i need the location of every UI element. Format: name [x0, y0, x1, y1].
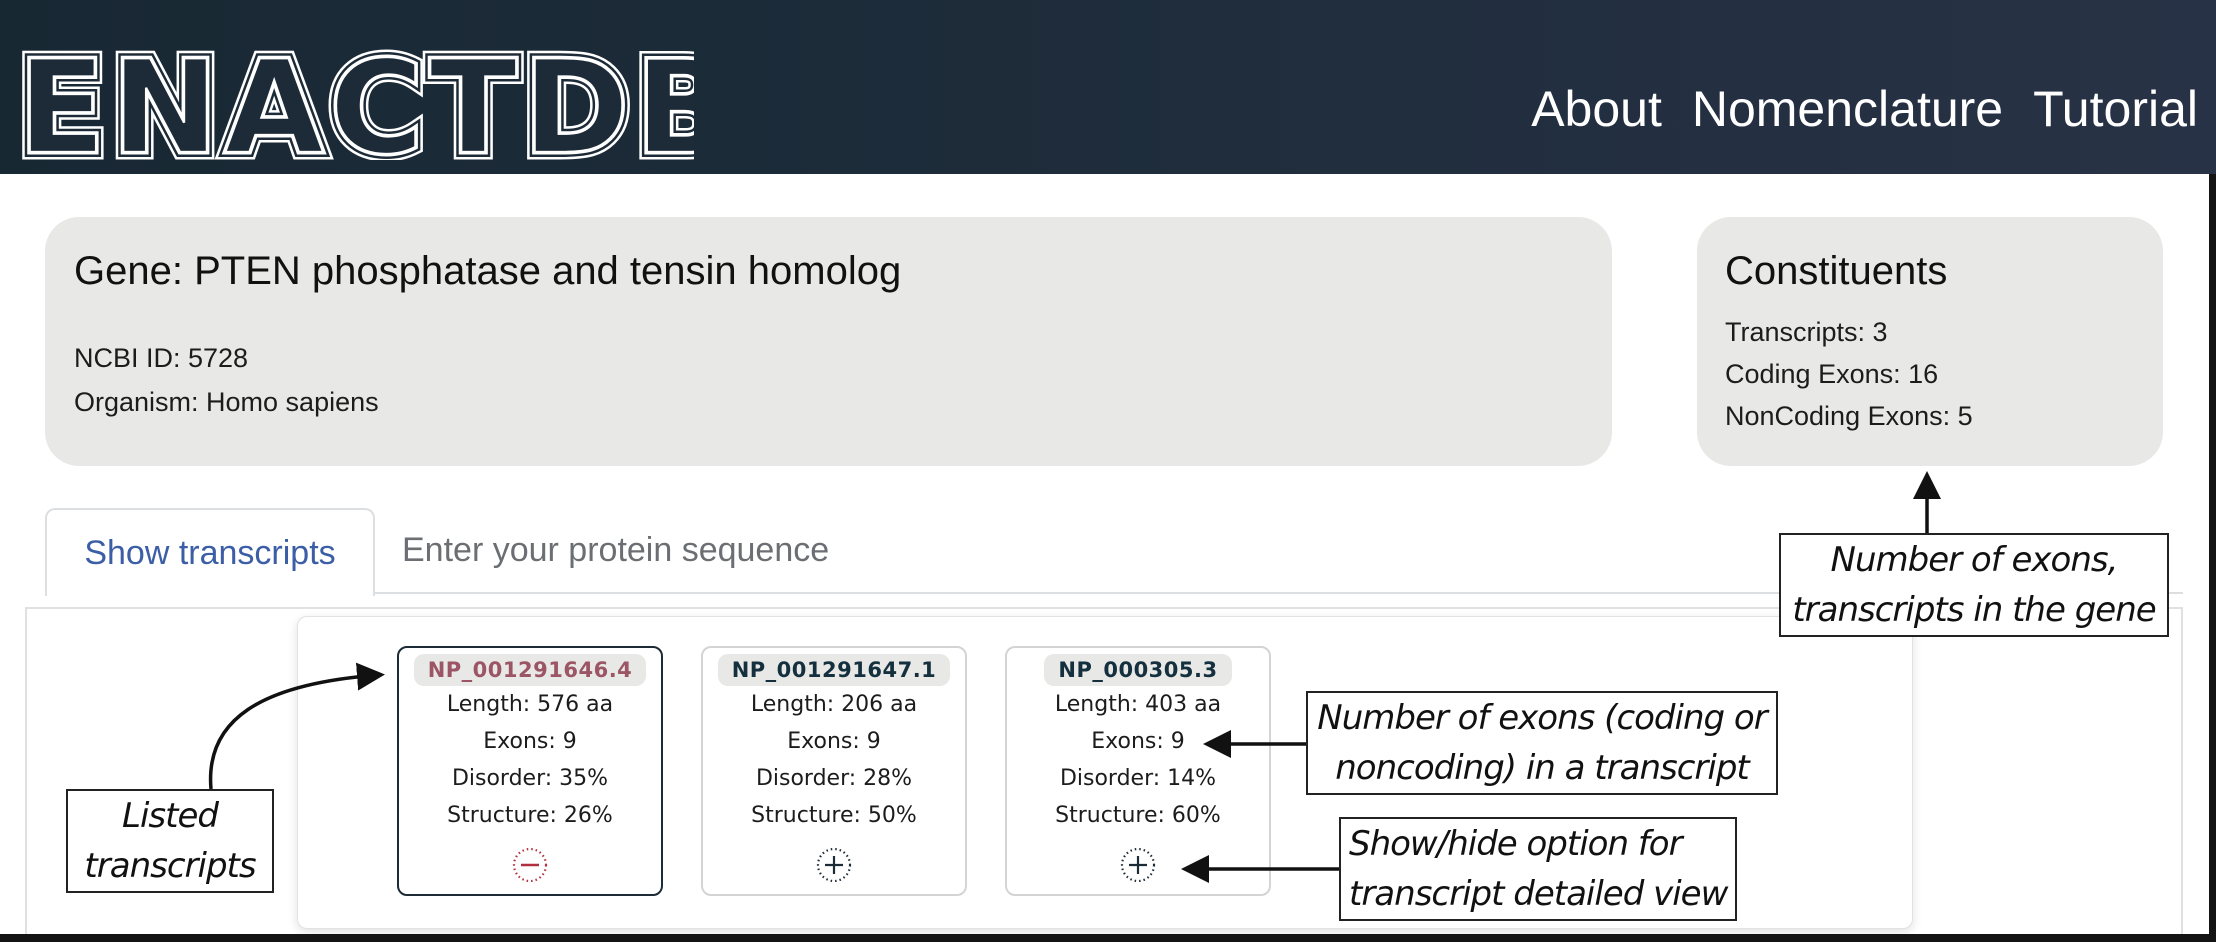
ncbi-id: NCBI ID: 5728: [74, 343, 249, 373]
plus-icon[interactable]: [815, 846, 853, 884]
transcript-card[interactable]: NP_001291647.1 Length: 206 aa Exons: 9 D…: [701, 646, 967, 896]
transcript-exons: Exons: 9: [1091, 729, 1185, 754]
plus-icon[interactable]: [1119, 846, 1157, 884]
constituents-title: Constituents: [1725, 249, 1948, 293]
transcript-exons: Exons: 9: [483, 729, 577, 754]
transcript-structure: Structure: 60%: [1055, 803, 1221, 828]
annotation-gene-counts: Number of exons, transcripts in the gene: [1779, 533, 2169, 637]
enactdb-logo[interactable]: ENACTDB ENACTDB ENACTDB ENACTDB ENACTDB: [14, 44, 694, 160]
annotation-line: transcripts in the gene: [1792, 590, 2156, 630]
annotation-transcript-exons: Number of exons (coding or noncoding) in…: [1306, 691, 1778, 795]
minus-icon[interactable]: [511, 846, 549, 884]
top-nav: About Nomenclature Tutorial: [1531, 84, 2198, 134]
tab-enter-protein-sequence[interactable]: Enter your protein sequence: [402, 508, 829, 592]
annotation-toggle-view: Show/hide option for transcript detailed…: [1339, 817, 1737, 921]
noncoding-exons-count: NonCoding Exons: 5: [1725, 401, 1973, 431]
frame-border-bottom: [0, 934, 2216, 942]
annotation-line: Show/hide option for: [1349, 824, 1683, 864]
transcript-id[interactable]: NP_000305.3: [1044, 654, 1232, 686]
frame-border-right: [2209, 174, 2216, 942]
transcript-length: Length: 206 aa: [750, 692, 918, 717]
transcript-structure: Structure: 26%: [447, 803, 613, 828]
nav-tutorial[interactable]: Tutorial: [2033, 84, 2198, 134]
transcript-id[interactable]: NP_001291646.4: [413, 654, 647, 686]
tab-show-transcripts[interactable]: Show transcripts: [45, 508, 375, 596]
annotation-listed-transcripts: Listed transcripts: [66, 789, 274, 893]
annotation-line: Listed: [122, 796, 219, 836]
annotation-line: transcripts: [84, 846, 256, 886]
transcripts-count: Transcripts: 3: [1725, 317, 1888, 347]
transcript-structure: Structure: 50%: [751, 803, 917, 828]
annotation-line: Number of exons,: [1830, 540, 2119, 580]
organism: Organism: Homo sapiens: [74, 387, 379, 417]
gene-info-card: Gene: PTEN phosphatase and tensin homolo…: [45, 217, 1612, 466]
svg-text:ENACTDB: ENACTDB: [18, 44, 694, 160]
transcript-card[interactable]: NP_001291646.4 Length: 576 aa Exons: 9 D…: [397, 646, 663, 896]
app-header: ENACTDB ENACTDB ENACTDB ENACTDB ENACTDB …: [0, 0, 2216, 174]
constituents-card: Constituents Transcripts: 3 Coding Exons…: [1697, 217, 2163, 466]
nav-about[interactable]: About: [1531, 84, 1662, 134]
nav-nomenclature[interactable]: Nomenclature: [1692, 84, 2003, 134]
annotation-line: noncoding) in a transcript: [1335, 748, 1750, 788]
transcript-disorder: Disorder: 14%: [1059, 766, 1217, 791]
transcript-length: Length: 403 aa: [1054, 692, 1222, 717]
transcript-card[interactable]: NP_000305.3 Length: 403 aa Exons: 9 Diso…: [1005, 646, 1271, 896]
transcript-disorder: Disorder: 35%: [451, 766, 609, 791]
annotation-line: Number of exons (coding or: [1317, 698, 1767, 738]
annotation-line: transcript detailed view: [1349, 874, 1728, 914]
transcript-exons: Exons: 9: [787, 729, 881, 754]
coding-exons-count: Coding Exons: 16: [1725, 359, 1939, 389]
gene-title: Gene: PTEN phosphatase and tensin homolo…: [74, 249, 902, 293]
transcript-id[interactable]: NP_001291647.1: [717, 654, 951, 686]
transcript-disorder: Disorder: 28%: [755, 766, 913, 791]
transcript-length: Length: 576 aa: [446, 692, 614, 717]
